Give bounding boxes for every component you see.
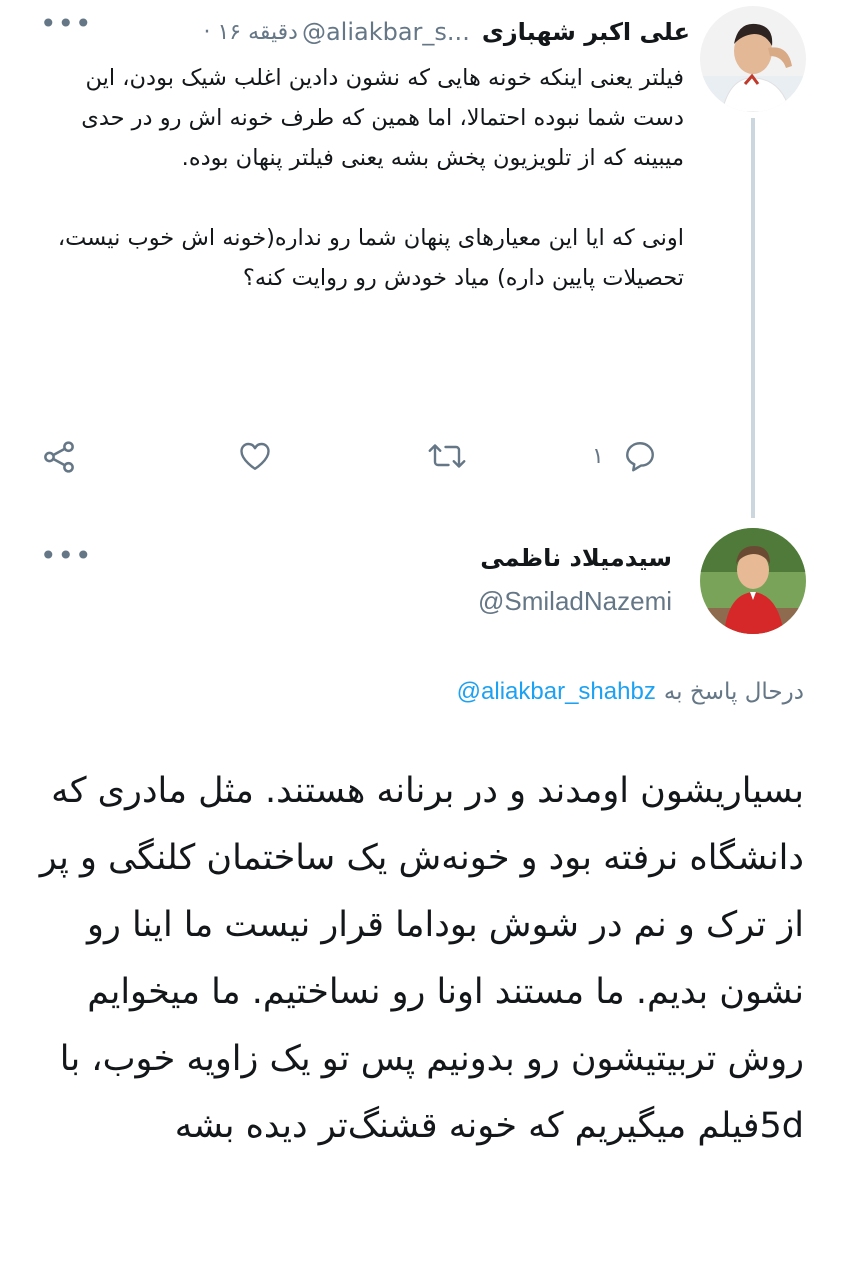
tweet-paragraph-2: اونی که ایا این معیارهای پنهان شما رو ند… bbox=[57, 225, 684, 291]
reply-count: ۱ bbox=[592, 443, 604, 469]
ellipsis-icon[interactable]: ••• bbox=[40, 10, 93, 38]
tweet-body: فیلتر یعنی اینکه خونه هایی که نشون دادین… bbox=[44, 58, 684, 298]
author-handle[interactable]: @SmiladNazemi bbox=[478, 586, 672, 617]
reply-context: درحال پاسخ به @aliakbar_shahbz bbox=[457, 678, 804, 706]
reply-button[interactable]: ۱ bbox=[592, 436, 658, 476]
tweet-paragraph-1: فیلتر یعنی اینکه خونه هایی که نشون دادین… bbox=[81, 65, 684, 171]
like-icon[interactable] bbox=[236, 438, 274, 474]
share-icon[interactable] bbox=[40, 438, 78, 476]
ellipsis-icon[interactable]: ••• bbox=[40, 542, 93, 570]
reply-to-link[interactable]: @aliakbar_shahbz bbox=[457, 678, 656, 706]
tweet-time[interactable]: · ۱۶ دقیقه bbox=[203, 20, 298, 45]
avatar-smilad[interactable] bbox=[700, 528, 806, 634]
reply-prefix: درحال پاسخ به bbox=[663, 679, 804, 705]
author-name[interactable]: سیدمیلاد ناظمی bbox=[480, 544, 672, 572]
author-name[interactable]: علی اکبر شهبازی bbox=[482, 18, 690, 46]
tweet-text: بسیاریشون اومدند و در برنانه هستند. مثل … bbox=[39, 771, 804, 1146]
author-handle[interactable]: @aliakbar_s... bbox=[302, 18, 470, 46]
retweet-icon[interactable] bbox=[426, 438, 468, 474]
like-button[interactable] bbox=[236, 438, 274, 474]
share-button[interactable] bbox=[40, 438, 78, 476]
thread-line bbox=[751, 118, 755, 518]
reply-icon[interactable] bbox=[622, 438, 658, 474]
avatar-aliakbar[interactable] bbox=[700, 6, 806, 112]
retweet-button[interactable] bbox=[426, 438, 468, 474]
tweet-header: علی اکبر شهبازی @aliakbar_s... · ۱۶ دقیق… bbox=[203, 14, 690, 50]
